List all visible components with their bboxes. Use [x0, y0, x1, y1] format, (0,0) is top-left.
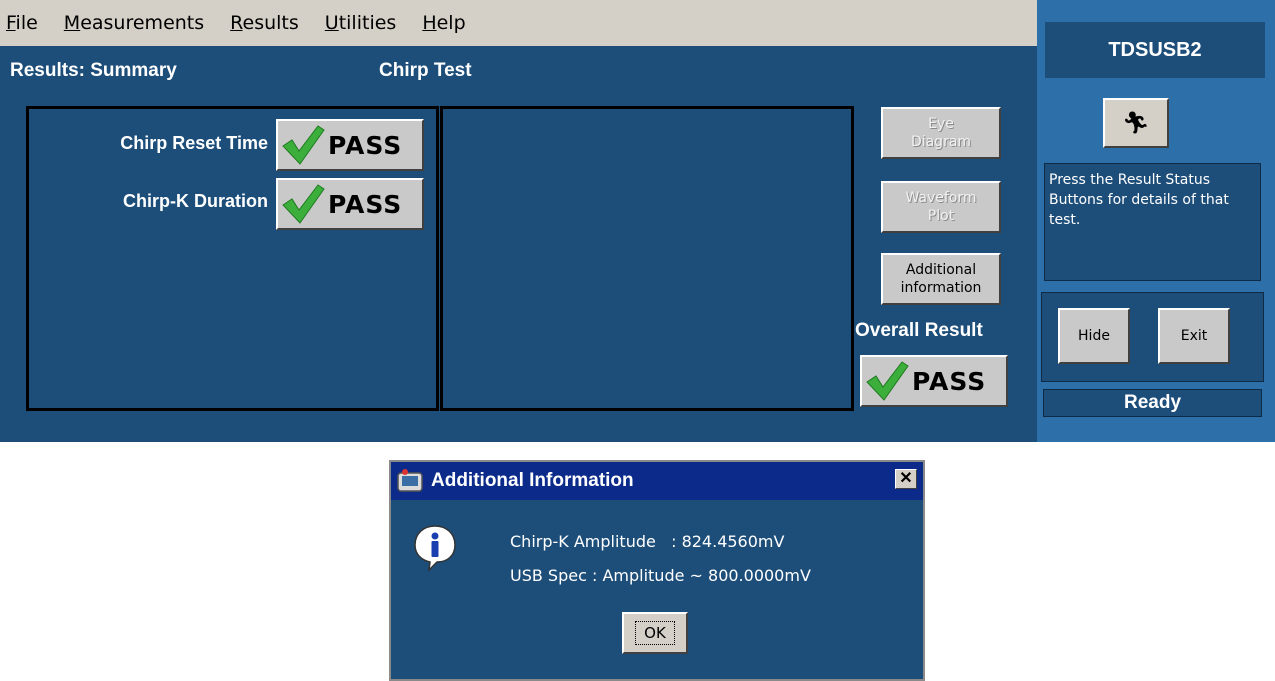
running-man-icon: 🏃︎ — [1122, 110, 1150, 135]
info-icon — [414, 525, 456, 572]
menu-utilities[interactable]: Utilities — [325, 12, 397, 34]
hide-button[interactable]: Hide — [1058, 308, 1130, 364]
info-line-amplitude: Chirp-K Amplitude : 824.4560mV — [510, 532, 785, 551]
menu-results[interactable]: Results — [230, 12, 299, 34]
menu-measurements[interactable]: Measurements — [64, 12, 204, 34]
overall-result-pass-button[interactable]: PASS — [860, 355, 1008, 407]
eye-diagram-button[interactable]: Eye Diagram — [881, 107, 1001, 159]
waveform-plot-button[interactable]: Waveform Plot — [881, 181, 1001, 233]
dialog-title: Additional Information — [431, 470, 634, 491]
run-button[interactable]: 🏃︎ — [1103, 98, 1169, 148]
chirp-k-duration-pass-button[interactable]: PASS — [276, 178, 424, 230]
result-label-chirp-reset-time: Chirp Reset Time — [120, 133, 268, 153]
menu-help[interactable]: Help — [422, 12, 465, 34]
menu-bar: File Measurements Results Utilities Help — [0, 0, 1037, 46]
result-label-chirp-k-duration: Chirp-K Duration — [123, 191, 268, 211]
dialog-titlebar[interactable]: Additional Information ✕ — [391, 462, 923, 500]
additional-information-dialog: Additional Information ✕ Chirp-K Amplitu… — [389, 460, 925, 681]
menu-file[interactable]: File — [6, 12, 38, 34]
app-logo-icon — [397, 469, 423, 492]
section-title: Results: Summary — [10, 60, 177, 81]
info-line-spec: USB Spec : Amplitude ~ 800.0000mV — [510, 566, 811, 585]
ready-status: Ready — [1043, 389, 1262, 417]
results-summary-panel: Chirp Reset Time PASS Chirp-K Duration P… — [26, 106, 439, 411]
chirp-reset-time-pass-button[interactable]: PASS — [276, 119, 424, 171]
close-icon[interactable]: ✕ — [895, 469, 917, 489]
overall-result-label: Overall Result — [855, 320, 983, 341]
ok-button[interactable]: OK — [622, 612, 688, 654]
test-title: Chirp Test — [379, 60, 472, 81]
app-window: File Measurements Results Utilities Help… — [0, 0, 1275, 442]
check-icon — [282, 125, 325, 165]
check-icon — [282, 184, 325, 224]
details-panel — [440, 106, 854, 411]
check-icon — [866, 361, 909, 401]
exit-button[interactable]: Exit — [1158, 308, 1230, 364]
product-title: TDSUSB2 — [1045, 22, 1265, 78]
status-message: Press the Result Status Buttons for deta… — [1044, 163, 1261, 281]
additional-information-button[interactable]: Additional information — [881, 253, 1001, 305]
